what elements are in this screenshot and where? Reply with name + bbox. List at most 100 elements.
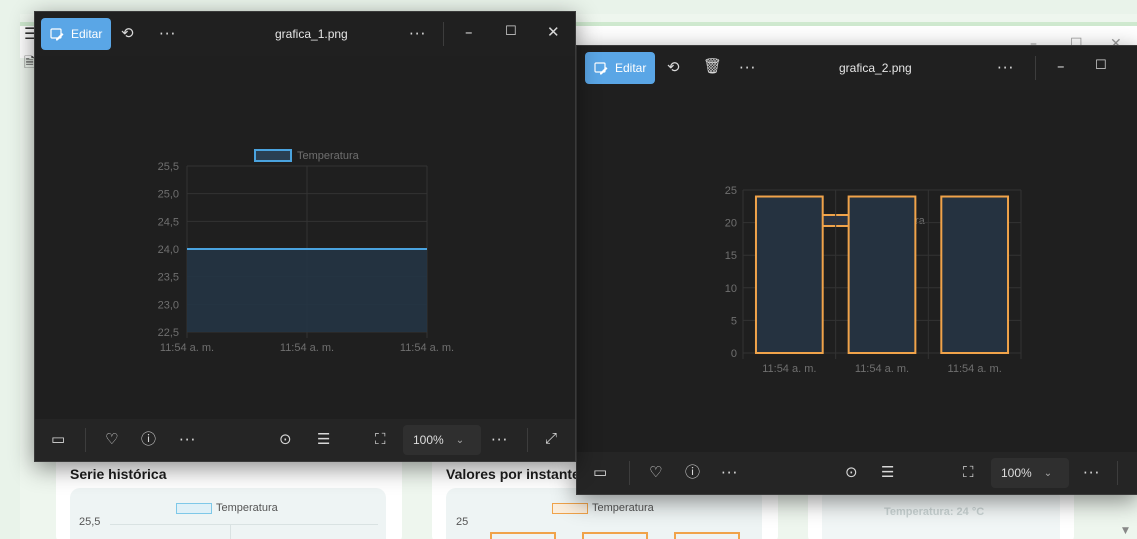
y-tick-label: 25 <box>725 185 737 197</box>
chevron-down-icon: ⌄ <box>455 434 465 446</box>
bar-chart: Temperatura252015105011:54 a. m.11:54 a.… <box>725 185 1022 375</box>
current-value-box: Temperatura: 24 °C <box>822 488 1060 539</box>
favorite-heart-icon[interactable]: ♡ <box>649 465 662 480</box>
visual-search-icon[interactable]: ⊙ <box>279 432 292 447</box>
minimize-button[interactable]: – <box>465 25 473 40</box>
instant-chart-preview: Temperatura 25 <box>446 488 762 539</box>
x-tick-label: 11:54 a. m. <box>400 342 454 354</box>
instant-legend-label: Temperatura <box>592 502 654 514</box>
historical-legend: Temperatura <box>176 502 278 514</box>
viewer-2-titlebar: Editar ⟲ 🗑 ··· grafica_2.png ··· – ☐ <box>577 46 1137 90</box>
bar <box>754 195 824 354</box>
bar-preview <box>674 532 740 539</box>
zoom-dropdown[interactable]: 100% ⌄ <box>403 425 481 455</box>
favorite-heart-icon[interactable]: ♡ <box>105 432 118 447</box>
maximize-button[interactable]: ☐ <box>505 25 517 38</box>
y-tick-label: 24,0 <box>158 244 179 256</box>
y-tick-label: 0 <box>731 348 737 360</box>
chevron-down-icon: ⌄ <box>1043 467 1053 479</box>
edit-image-icon <box>594 62 608 75</box>
section-title-historical: Serie histórica <box>70 466 167 482</box>
y-tick-label: 23,5 <box>158 272 179 284</box>
filmstrip-icon[interactable]: ▭ <box>51 432 65 447</box>
y-tick-label: 22,5 <box>158 327 179 339</box>
historical-chart-preview: Temperatura 25,5 <box>70 488 386 539</box>
minimize-button[interactable]: – <box>1057 59 1065 74</box>
bar-preview <box>582 532 648 539</box>
historical-legend-label: Temperatura <box>216 502 278 514</box>
scroll-down-arrow[interactable]: ▼ <box>1122 526 1129 536</box>
area-fill <box>187 249 427 332</box>
toolbar-divider <box>1117 461 1118 485</box>
grid-line <box>110 524 378 525</box>
delete-icon[interactable]: 🗑 <box>703 59 722 74</box>
bottom-more-button[interactable]: ··· <box>721 464 738 482</box>
historical-first-tick: 25,5 <box>79 516 101 528</box>
titlebar-more-button[interactable]: ··· <box>997 59 1014 77</box>
fit-to-window-icon[interactable]: ⛶ <box>375 432 386 447</box>
titlebar-divider <box>1035 56 1036 80</box>
y-tick-label: 24,5 <box>158 216 179 228</box>
photo-viewer-window-2: Editar ⟲ 🗑 ··· grafica_2.png ··· – ☐ Tem… <box>576 45 1137 495</box>
instant-first-tick: 25 <box>456 516 469 528</box>
rotate-icon[interactable]: ⟲ <box>667 60 680 75</box>
y-tick-label: 15 <box>725 250 737 262</box>
info-icon[interactable]: ⓘ <box>141 432 156 447</box>
viewer-filename: grafica_2.png <box>839 61 912 75</box>
x-tick-label: 11:54 a. m. <box>762 363 816 375</box>
toolbar-divider <box>85 428 86 452</box>
y-tick-label: 25,5 <box>158 161 179 173</box>
bar <box>847 195 917 354</box>
edit-button[interactable]: Editar <box>41 18 112 50</box>
y-tick-label: 25,0 <box>158 189 179 201</box>
x-tick-label: 11:54 a. m. <box>160 342 214 354</box>
filmstrip-icon[interactable]: ▭ <box>593 465 607 480</box>
legend-swatch <box>254 149 292 162</box>
legend-label: Temperatura <box>297 150 360 162</box>
zoom-dropdown[interactable]: 100% ⌄ <box>991 458 1069 488</box>
bottom-more-button-2[interactable]: ··· <box>491 431 508 449</box>
bar <box>940 195 1010 354</box>
text-extract-icon[interactable]: ☰ <box>881 465 894 480</box>
edit-button-label: Editar <box>615 61 647 75</box>
current-temperature-text: Temperatura: 24 °C <box>884 506 985 518</box>
titlebar-divider <box>443 22 444 46</box>
more-options-button[interactable]: ··· <box>159 25 176 43</box>
legend-swatch <box>176 502 212 514</box>
visual-search-icon[interactable]: ⊙ <box>845 465 858 480</box>
x-tick-label: 11:54 a. m. <box>855 363 909 375</box>
zoom-value: 100% <box>1001 466 1032 480</box>
close-button[interactable]: ✕ <box>547 25 560 40</box>
edit-button[interactable]: Editar <box>585 52 656 84</box>
y-tick-label: 10 <box>725 283 737 295</box>
rotate-icon[interactable]: ⟲ <box>121 26 134 41</box>
edit-image-icon <box>50 28 64 41</box>
instant-legend: Temperatura <box>552 502 654 514</box>
titlebar-more-button[interactable]: ··· <box>409 25 426 43</box>
x-tick-label: 11:54 a. m. <box>948 363 1002 375</box>
maximize-button[interactable]: ☐ <box>1095 59 1107 72</box>
y-tick-label: 5 <box>731 315 737 327</box>
grid-line <box>230 524 231 539</box>
info-icon[interactable]: ⓘ <box>685 465 700 480</box>
x-tick-label: 11:54 a. m. <box>280 342 334 354</box>
legend-swatch <box>552 502 588 514</box>
fullscreen-expand-icon[interactable]: ⤢ <box>545 431 557 446</box>
photo-viewer-window-1: Editar ⟲ ··· grafica_1.png ··· – ☐ ✕ Tem… <box>34 11 576 462</box>
viewer-1-titlebar: Editar ⟲ ··· grafica_1.png ··· – ☐ ✕ <box>35 12 575 56</box>
zoom-value: 100% <box>413 433 444 447</box>
y-tick-label: 23,0 <box>158 299 179 311</box>
section-title-instant: Valores por instante <box>446 466 580 482</box>
viewer-filename: grafica_1.png <box>275 27 348 41</box>
bottom-more-button[interactable]: ··· <box>179 431 196 449</box>
toolbar-divider <box>629 461 630 485</box>
bar-preview <box>490 532 556 539</box>
viewer-1-bottom-toolbar: ▭ ♡ ⓘ ··· ⊙ ☰ ⛶ 100% ⌄ ··· ⤢ <box>35 419 575 461</box>
more-options-button[interactable]: ··· <box>739 59 756 77</box>
y-tick-label: 20 <box>725 218 737 230</box>
bottom-more-button-2[interactable]: ··· <box>1083 464 1100 482</box>
toolbar-divider <box>527 428 528 452</box>
text-extract-icon[interactable]: ☰ <box>317 432 330 447</box>
fit-to-window-icon[interactable]: ⛶ <box>963 465 974 480</box>
viewer-2-bottom-toolbar: ▭ ♡ ⓘ ··· ⊙ ☰ ⛶ 100% ⌄ ··· <box>577 452 1137 494</box>
